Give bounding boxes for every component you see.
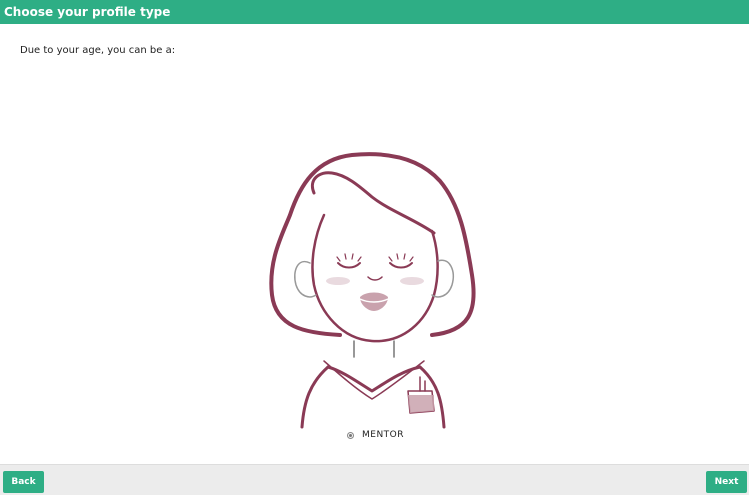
- next-button[interactable]: Next: [706, 471, 747, 493]
- profile-type-page: Choose your profile type Due to your age…: [0, 0, 749, 495]
- mentor-avatar-icon: [262, 145, 492, 430]
- mentor-label: MENTOR: [362, 430, 405, 440]
- age-prompt: Due to your age, you can be a:: [20, 45, 176, 56]
- radio-selected-dot-icon: [349, 433, 352, 437]
- footer-bar: Back Next: [0, 464, 749, 495]
- page-header: Choose your profile type: [0, 0, 749, 24]
- mentor-radio[interactable]: [347, 431, 354, 439]
- profile-option-mentor[interactable]: MENTOR: [347, 428, 404, 442]
- back-button[interactable]: Back: [3, 471, 44, 493]
- page-title: Choose your profile type: [4, 5, 171, 19]
